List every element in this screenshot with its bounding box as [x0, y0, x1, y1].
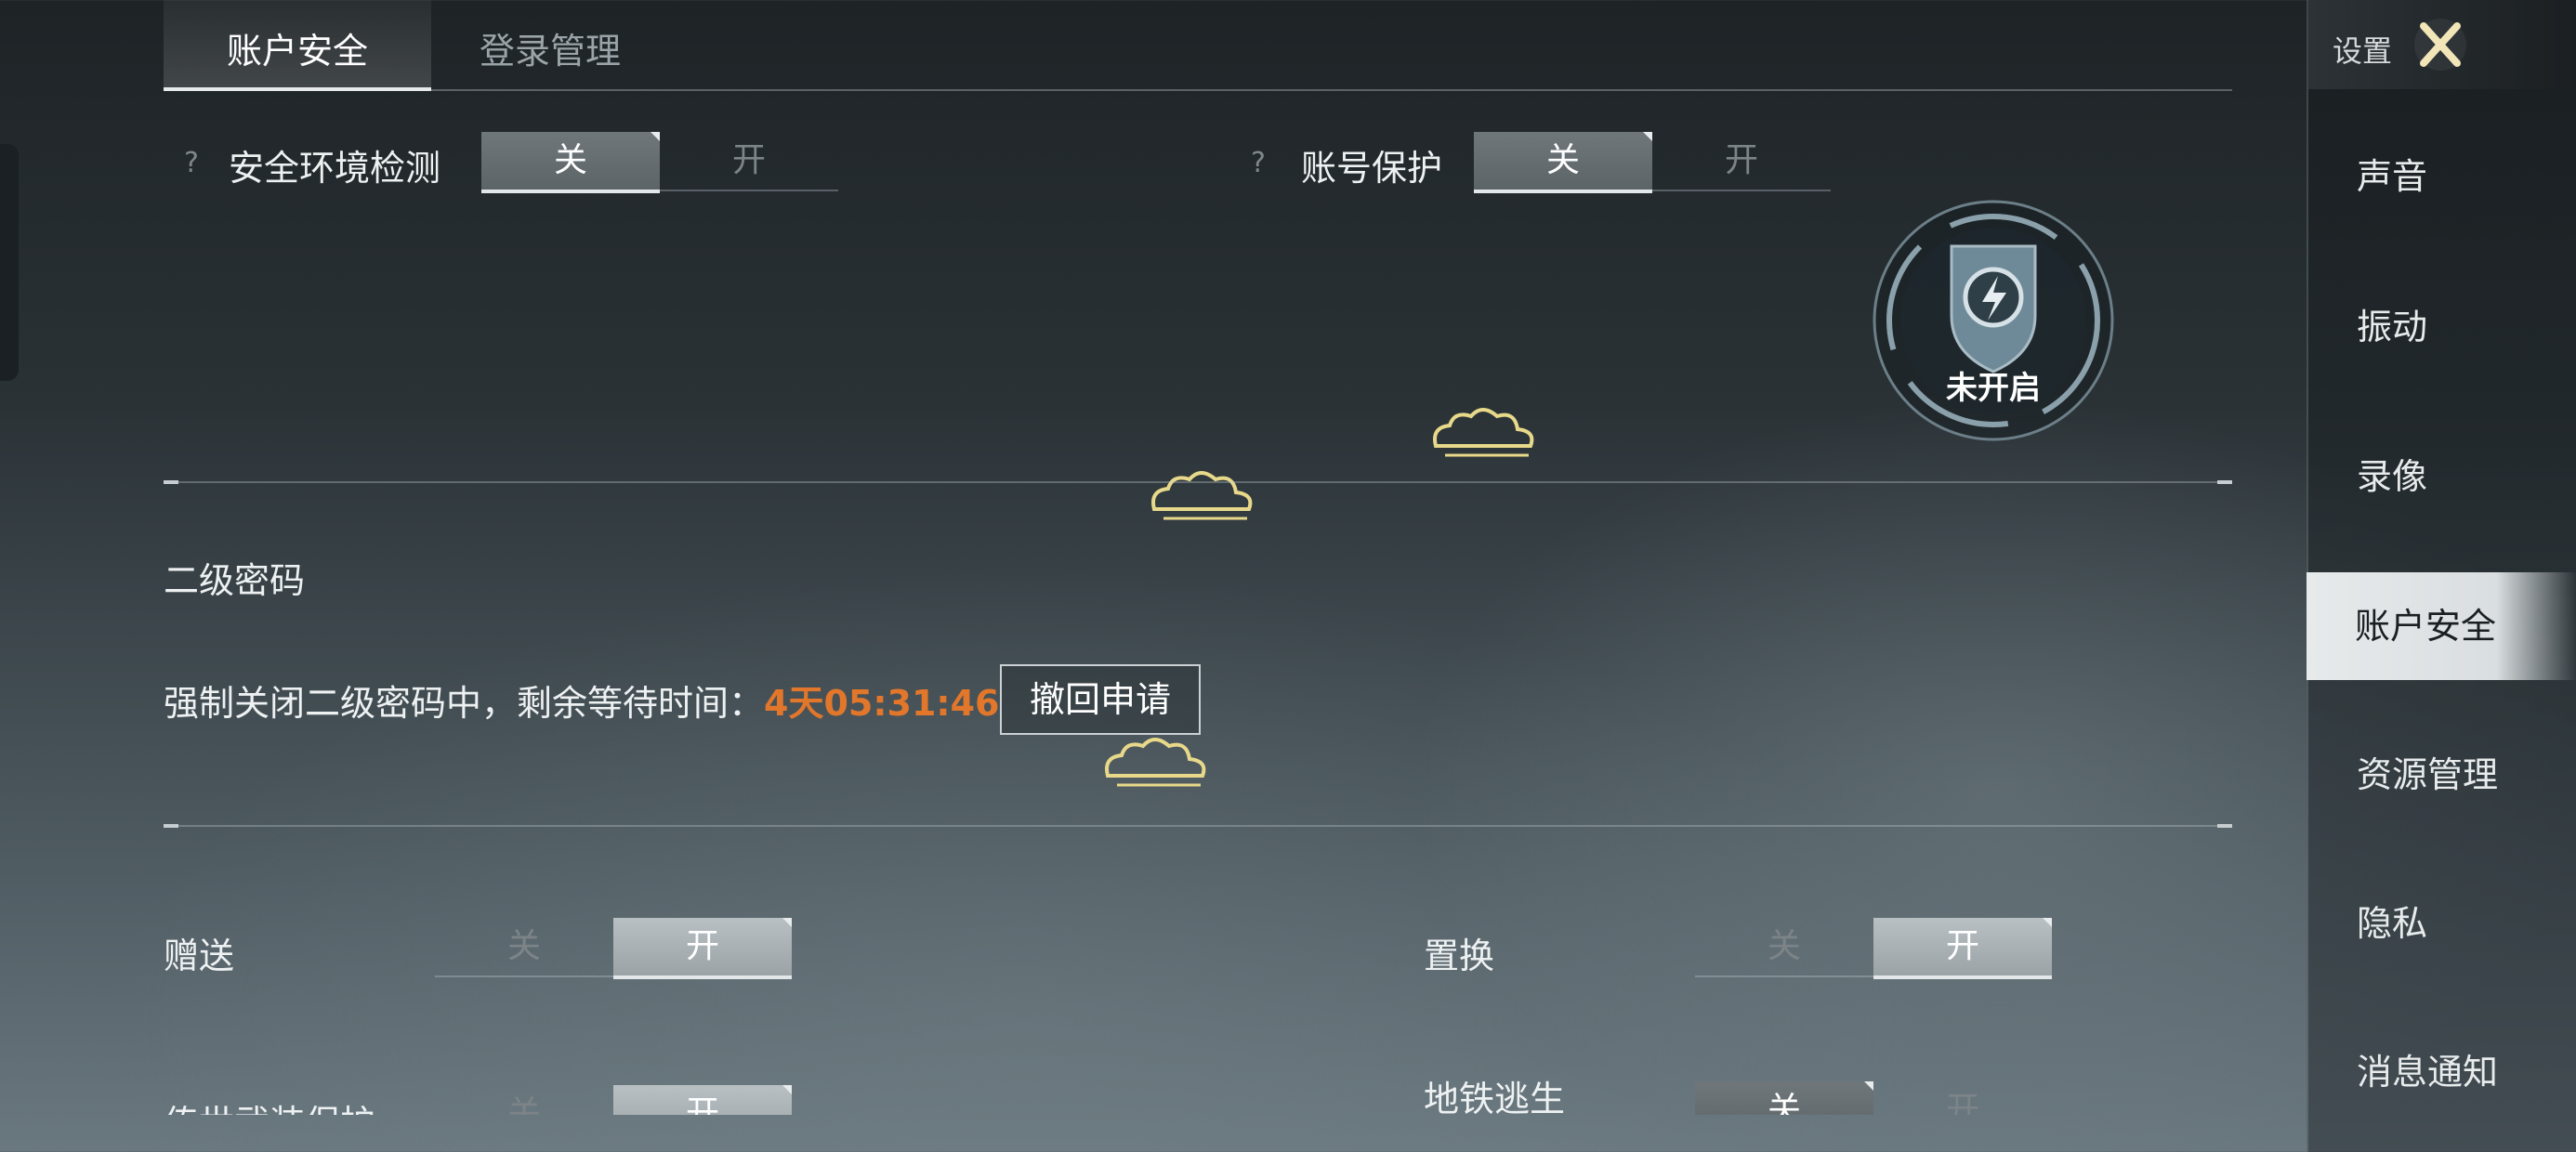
account-protect-off-option[interactable]: 关	[1474, 132, 1652, 193]
exchange-off-option[interactable]: 关	[1695, 918, 1873, 977]
sidebar-item-notifications[interactable]: 消息通知	[2308, 1018, 2576, 1126]
tab-login-management[interactable]: 登录管理	[431, 0, 669, 87]
cloud-decoration-icon	[1433, 408, 1534, 457]
shield-lightning-icon: 未开启	[1863, 190, 2123, 451]
gift-on-option[interactable]: 开	[613, 918, 792, 979]
security-env-label: 安全环境检测	[229, 148, 441, 189]
account-protect-label: 账号保护	[1301, 148, 1443, 189]
sidebar-item-sound[interactable]: 声音	[2308, 123, 2576, 230]
gift-label: 赠送	[164, 936, 235, 976]
gift-toggle: 关 开	[435, 918, 792, 979]
metro-on-option[interactable]: 开	[1873, 1081, 2052, 1115]
legend-protect-label: 传世武装保护	[164, 1094, 375, 1115]
security-env-on-option[interactable]: 开	[660, 132, 838, 191]
legend-protect-toggle: 关 开	[435, 1085, 792, 1115]
account-protect-toggle: 关 开	[1474, 132, 1831, 193]
sidebar-header: 设置	[2308, 0, 2576, 89]
close-icon[interactable]	[2411, 15, 2470, 74]
notice-text: 强制关闭二级密码中，剩余等待时间：	[164, 683, 765, 724]
sidebar-item-privacy[interactable]: 隐私	[2308, 870, 2576, 977]
help-icon[interactable]: ?	[173, 145, 210, 182]
exchange-label: 置换	[1424, 936, 1495, 976]
second-password-notice: 强制关闭二级密码中，剩余等待时间：4天05:31:46	[164, 674, 1000, 726]
top-tab-bar: 账户安全 登录管理	[164, 0, 2232, 91]
exchange-toggle: 关 开	[1695, 918, 2052, 979]
revoke-request-button[interactable]: 撤回申请	[1000, 664, 1201, 735]
metro-label: 地铁逃生	[1424, 1079, 1566, 1119]
metro-toggle: 关 开	[1695, 1081, 2052, 1115]
section-divider	[164, 824, 2232, 828]
gift-off-option[interactable]: 关	[435, 918, 613, 977]
help-icon[interactable]: ?	[1240, 145, 1277, 182]
settings-sidebar: 设置 声音 振动 录像 账户安全 资源管理 隐私 消息通知	[2307, 0, 2576, 1152]
legend-protect-off-option[interactable]: 关	[435, 1085, 613, 1115]
sidebar-item-account-security[interactable]: 账户安全	[2307, 572, 2576, 680]
cloud-decoration-icon	[1151, 471, 1253, 520]
edge-handle	[0, 144, 19, 381]
sidebar-item-vibration[interactable]: 振动	[2308, 273, 2576, 381]
section-divider	[164, 480, 2232, 484]
legend-protect-on-option[interactable]: 开	[613, 1085, 792, 1115]
shield-status-text: 未开启	[1946, 370, 2041, 407]
sidebar-item-resource-management[interactable]: 资源管理	[2308, 721, 2576, 829]
sidebar-item-recording[interactable]: 录像	[2308, 423, 2576, 530]
countdown-timer: 4天05:31:46	[764, 683, 1000, 724]
metro-off-option[interactable]: 关	[1695, 1081, 1873, 1115]
account-protect-on-option[interactable]: 开	[1652, 132, 1831, 191]
sidebar-title: 设置	[2333, 33, 2393, 69]
security-env-off-option[interactable]: 关	[481, 132, 660, 193]
exchange-on-option[interactable]: 开	[1873, 918, 2052, 979]
second-password-title: 二级密码	[164, 560, 306, 601]
clipped-row: 传世武装保护 关 开 关 开	[0, 1068, 2307, 1115]
tab-account-security[interactable]: 账户安全	[164, 0, 431, 91]
security-env-toggle: 关 开	[481, 132, 838, 193]
